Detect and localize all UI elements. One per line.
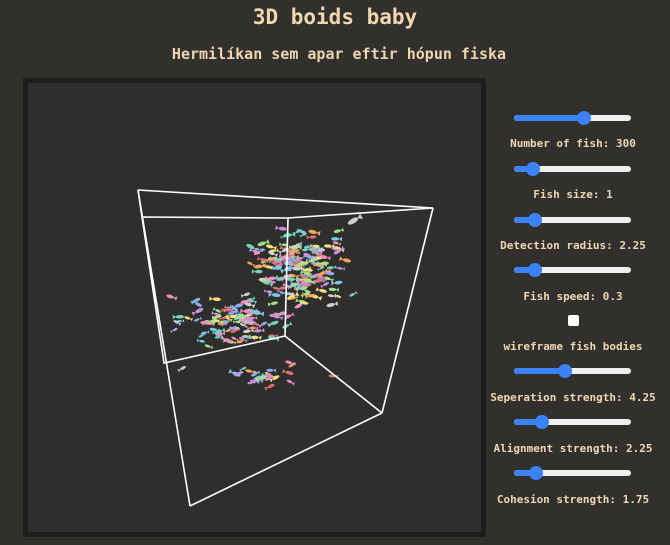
fish-size-label: Fish size: 1	[533, 188, 613, 201]
fish-icon	[308, 229, 321, 236]
fish-icon	[169, 327, 178, 334]
slider-thumb[interactable]	[558, 364, 573, 378]
detection-radius-label: Detection radius: 2.25	[500, 239, 646, 252]
fish-size-slider[interactable]	[514, 161, 631, 177]
fish-icon	[337, 267, 346, 271]
fish-icon	[315, 287, 327, 293]
fish-icon	[193, 316, 203, 322]
fish-icon	[282, 321, 293, 329]
fish-icon	[264, 383, 275, 391]
slider-track	[514, 419, 631, 425]
box-edge	[189, 412, 383, 507]
wireframe-label: wireframe fish bodies	[503, 340, 643, 353]
fish-speed-label: Fish speed: 0.3	[523, 290, 623, 303]
fish-school	[166, 213, 364, 391]
box-edge	[381, 207, 434, 414]
fish-icon	[328, 287, 339, 292]
fish-icon	[247, 326, 255, 330]
fish-icon	[306, 235, 317, 240]
fish-icon	[347, 213, 364, 225]
cohesion-strength-label: Cohesion strength: 1.75	[496, 493, 650, 506]
slider-track	[514, 368, 631, 374]
fish-icon	[265, 276, 277, 281]
simulation-view[interactable]	[28, 83, 481, 532]
separation-strength-slider[interactable]	[514, 363, 631, 379]
page-title: 3D boids baby	[252, 5, 418, 29]
fish-count-label: Number of fish: 300	[510, 137, 636, 150]
fish-icon	[247, 261, 255, 267]
fish-icon	[282, 368, 294, 375]
fish-icon	[263, 289, 273, 294]
fish-icon	[333, 227, 344, 233]
fish-icon	[267, 320, 279, 328]
fish-icon	[172, 314, 185, 320]
box-edge	[284, 335, 383, 414]
fish-icon	[204, 344, 214, 350]
slider-thumb[interactable]	[525, 162, 540, 176]
fish-icon	[240, 292, 251, 298]
fish-icon	[286, 379, 296, 386]
fish-icon	[184, 316, 193, 322]
page-subtitle: Hermilíkan sem apar eftir hópun fiska	[171, 45, 507, 63]
simulation-canvas[interactable]	[23, 78, 486, 537]
fish-icon	[245, 369, 256, 375]
slider-track	[514, 115, 631, 121]
alignment-strength-slider[interactable]	[514, 414, 631, 430]
fish-icon	[191, 307, 204, 317]
separation-strength-label: Seperation strength: 4.25	[490, 391, 656, 404]
slider-thumb[interactable]	[577, 111, 592, 125]
fish-icon	[326, 301, 339, 308]
fish-icon	[339, 256, 351, 263]
slider-thumb[interactable]	[528, 213, 543, 227]
box-back-face	[141, 216, 289, 364]
wireframe-checkbox[interactable]	[568, 315, 579, 326]
fish-icon	[276, 286, 287, 291]
fish-icon	[253, 263, 267, 269]
fish-icon	[209, 296, 221, 302]
alignment-strength-label: Alignment strength: 2.25	[493, 442, 653, 455]
fish-icon	[196, 338, 205, 343]
box-edge	[137, 189, 434, 209]
fish-icon	[349, 290, 358, 297]
fish-count-slider[interactable]	[514, 110, 631, 126]
fish-icon	[266, 368, 277, 373]
fish-icon	[177, 366, 186, 373]
slider-fill	[514, 115, 585, 121]
cohesion-strength-slider[interactable]	[514, 465, 631, 481]
fish-icon	[258, 321, 268, 328]
fish-icon	[251, 335, 262, 340]
fish-icon	[267, 301, 278, 307]
wireframe-box	[137, 189, 434, 507]
fish-icon	[254, 328, 265, 333]
fish-icon	[251, 269, 263, 274]
slider-thumb[interactable]	[529, 466, 544, 480]
box-edge	[137, 189, 191, 507]
fish-icon	[212, 307, 222, 313]
fish-icon	[166, 294, 178, 301]
fish-icon	[326, 265, 337, 270]
slider-thumb[interactable]	[535, 415, 550, 429]
slider-thumb[interactable]	[528, 263, 543, 277]
fish-icon	[265, 244, 277, 251]
detection-radius-slider[interactable]	[514, 212, 631, 228]
fish-icon	[331, 236, 343, 242]
fish-speed-slider[interactable]	[514, 262, 631, 278]
fish-icon	[275, 225, 287, 231]
fish-icon	[320, 281, 330, 289]
